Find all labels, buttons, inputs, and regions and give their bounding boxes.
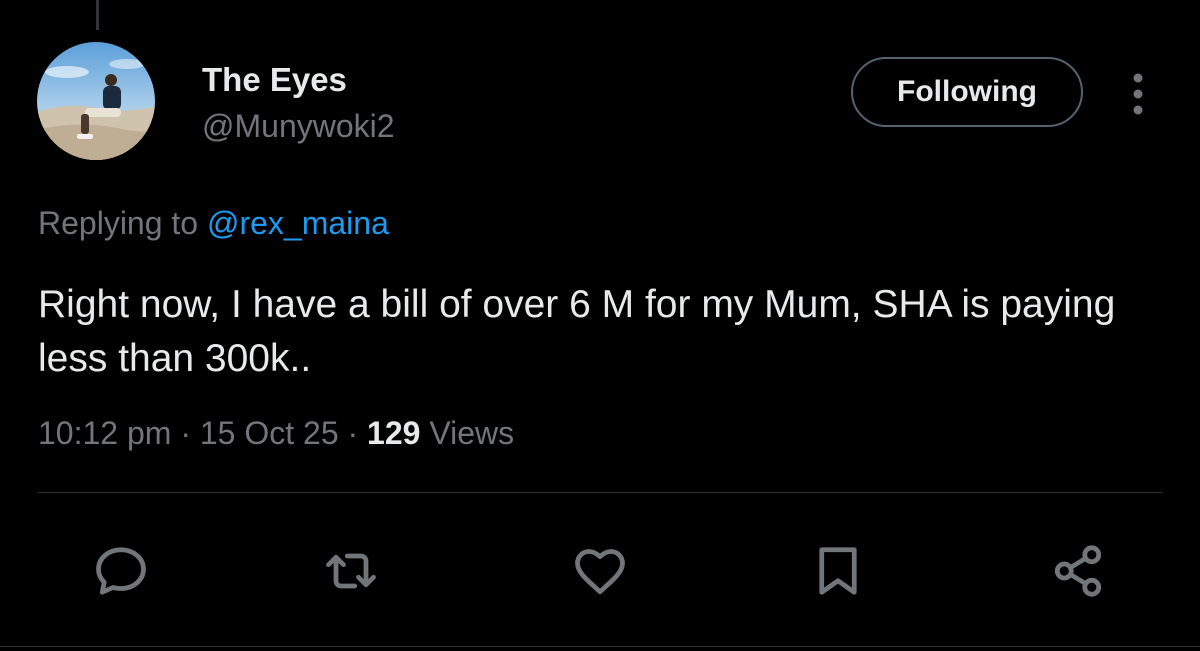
author-handle[interactable]: @Munywoki2 [202,106,395,146]
repost-arrows-icon [326,553,376,589]
tweet-metadata: 10:12 pm · 15 Oct 25 · 129 Views [38,413,514,453]
avatar-photo [37,42,155,160]
share-button[interactable] [1043,536,1113,606]
bookmark-button[interactable] [803,536,873,606]
like-button[interactable] [565,536,635,606]
divider [38,492,1162,493]
speech-bubble-icon [96,547,146,595]
views-label: Views [420,415,515,451]
repost-button[interactable] [316,536,386,606]
avatar[interactable] [37,42,155,160]
following-button[interactable]: Following [851,57,1083,127]
reply-button[interactable] [86,536,156,606]
tweet-text: Right now, I have a bill of over 6 M for… [38,283,1116,380]
replying-to-mention-link[interactable]: @rex_maina [207,205,389,241]
meta-separator: · [171,415,200,451]
tweet-time[interactable]: 10:12 pm [38,415,171,451]
bottom-divider [0,646,1200,647]
meta-separator: · [338,415,368,451]
action-bar [0,536,1200,606]
heart-icon [575,549,625,595]
more-options-icon[interactable] [1126,72,1150,116]
replying-to-label: Replying to [38,205,207,241]
thread-connector-line [96,0,99,30]
views-count: 129 [367,415,421,451]
tweet-date[interactable]: 15 Oct 25 [200,415,339,451]
author-display-name[interactable]: The Eyes [202,60,347,100]
replying-to-line: Replying to @rex_maina [38,203,389,243]
share-nodes-icon [1054,545,1102,597]
bookmark-icon [819,547,857,595]
